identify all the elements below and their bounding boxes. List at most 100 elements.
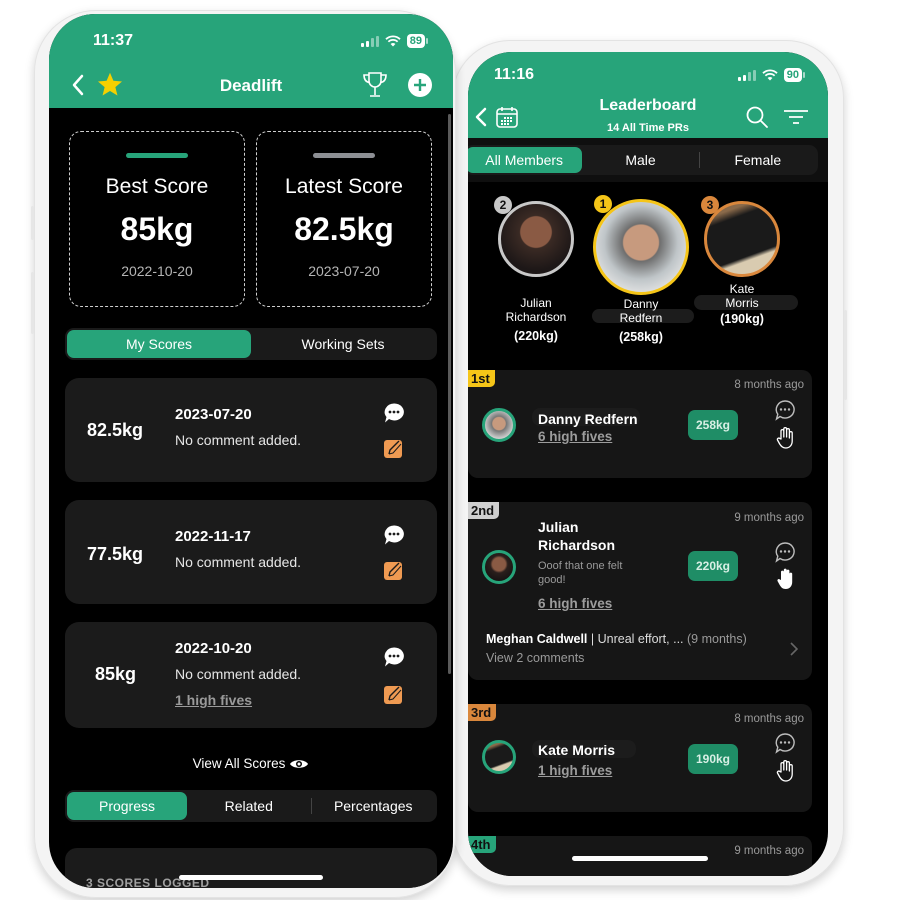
edit-button[interactable] <box>384 440 402 458</box>
best-score-value: 85kg <box>120 211 194 247</box>
latest-score-card: Latest Score 82.5kg 2023-07-20 <box>256 131 432 307</box>
avatar-julian-richardson[interactable] <box>498 201 574 277</box>
rank-label: 3rd <box>468 704 497 721</box>
score-weight: 85kg <box>95 664 137 684</box>
rank-label: 1st <box>468 370 495 387</box>
home-indicator[interactable] <box>179 875 323 880</box>
avatar[interactable] <box>482 550 516 584</box>
trophy-icon <box>363 72 387 97</box>
high-five-button[interactable] <box>776 759 794 788</box>
edit-button[interactable] <box>384 686 402 704</box>
high-fives-link[interactable]: 1 high fives <box>175 692 252 708</box>
score-entry[interactable]: 77.5kg 2022-11-17 No comment added. <box>65 500 437 604</box>
rank-badge-2: 2 <box>494 196 512 214</box>
comment-button[interactable] <box>774 541 796 568</box>
latest-comment[interactable]: Meghan Caldwell | Unreal effort, ... (9 … <box>486 632 747 646</box>
time-ago: 8 months ago <box>734 379 804 391</box>
score-entry[interactable]: 82.5kg 2023-07-20 No comment added. <box>65 378 437 482</box>
comment-button[interactable] <box>774 399 796 426</box>
high-fives-link[interactable]: 6 high fives <box>538 429 612 444</box>
deadlift-phone: 11:37 89 Deadlift Best Score 85kg 2022-1… <box>31 10 456 898</box>
add-score-button[interactable] <box>407 72 433 98</box>
edit-icon <box>388 562 402 577</box>
comment-button[interactable] <box>774 732 796 759</box>
chat-bubble-filled-icon <box>384 403 404 423</box>
hand-icon <box>776 760 793 782</box>
score-comment: No comment added. <box>175 432 302 448</box>
score-date: 2022-10-20 <box>175 640 252 657</box>
comment-button[interactable] <box>383 402 405 429</box>
home-indicator[interactable] <box>572 856 708 861</box>
podium-name-1: Danny Redfern <box>619 297 663 325</box>
status-time: 11:37 <box>93 32 134 49</box>
chat-bubble-filled-icon <box>384 525 404 545</box>
deadlift-screen: 11:37 89 Deadlift Best Score 85kg 2022-1… <box>49 14 453 888</box>
tab-my-scores[interactable]: My Scores <box>67 330 251 358</box>
athlete-name[interactable]: Julian Richardson <box>538 518 615 554</box>
comment-button[interactable] <box>383 646 405 673</box>
high-fives-link[interactable]: 1 high fives <box>538 763 612 778</box>
hand-icon <box>776 427 793 449</box>
scores-logged-card: 3 SCORES LOGGED <box>65 848 437 888</box>
edit-icon <box>388 686 402 701</box>
tab-male[interactable]: Male <box>582 147 698 173</box>
chat-bubble-icon <box>775 733 795 754</box>
exercise-header: 11:37 89 Deadlift <box>49 14 453 108</box>
search-button[interactable] <box>744 104 770 130</box>
view-all-scores-link[interactable]: View All Scores <box>49 756 453 771</box>
rank-label: 2nd <box>468 502 500 519</box>
high-five-button[interactable] <box>776 426 794 455</box>
avatar[interactable] <box>482 740 516 774</box>
best-score-indicator <box>126 153 188 158</box>
time-ago: 9 months ago <box>734 845 804 857</box>
edit-button[interactable] <box>384 562 402 580</box>
weight-badge: 258kg <box>688 410 738 440</box>
best-score-card: Best Score 85kg 2022-10-20 <box>69 131 245 307</box>
page-subtitle: 14 All Time PRs <box>607 122 689 134</box>
hand-filled-icon <box>777 568 793 589</box>
leaderboard-entry[interactable]: 2nd 9 months ago Julian Richardson Ooof t… <box>468 502 812 680</box>
avatar-danny-redfern[interactable] <box>593 199 689 295</box>
best-score-label: Best Score <box>105 175 209 198</box>
time-ago: 8 months ago <box>734 713 804 725</box>
wifi-icon <box>762 69 778 81</box>
avatar[interactable] <box>482 408 516 442</box>
status-time: 11:16 <box>494 66 535 83</box>
athlete-name[interactable]: Danny Redfern <box>538 410 638 428</box>
status-icons: 90 <box>737 68 806 82</box>
best-score-date: 2022-10-20 <box>121 263 193 279</box>
high-fives-link[interactable]: 6 high fives <box>538 596 612 611</box>
chevron-right-icon[interactable] <box>790 642 799 661</box>
view-comments-link[interactable]: View 2 comments <box>486 651 584 665</box>
side-button <box>31 272 34 334</box>
score-comment: No comment added. <box>175 666 302 682</box>
view-all-scores-label: View All Scores <box>192 756 286 771</box>
podium-weight-2: (220kg) <box>514 329 558 343</box>
leaderboard-entry[interactable]: 1st 8 months ago Danny Redfern 6 high fi… <box>468 370 812 478</box>
high-five-button[interactable] <box>776 567 794 596</box>
score-entry[interactable]: 85kg 2022-10-20 No comment added. 1 high… <box>65 622 437 728</box>
trophy-button[interactable] <box>361 70 389 100</box>
search-icon <box>746 106 768 128</box>
tab-percentages[interactable]: Percentages <box>312 792 436 820</box>
weight-badge: 220kg <box>688 551 738 581</box>
comment-button[interactable] <box>383 524 405 551</box>
leaderboard-entry[interactable]: 3rd 8 months ago Kate Morris 1 high five… <box>468 704 812 812</box>
avatar-kate-morris[interactable] <box>704 201 780 277</box>
tab-working-sets[interactable]: Working Sets <box>251 330 435 358</box>
score-comment: No comment added. <box>175 554 302 570</box>
tab-all-members[interactable]: All Members <box>468 147 583 173</box>
tab-female[interactable]: Female <box>700 147 816 173</box>
leaderboard-screen: 11:16 90 Leaderboard 14 All Time PRs All… <box>468 52 828 876</box>
tab-related[interactable]: Related <box>187 792 311 820</box>
tab-progress[interactable]: Progress <box>67 792 187 820</box>
wifi-icon <box>385 35 401 47</box>
page-title: Deadlift <box>219 76 283 95</box>
filter-button[interactable] <box>782 106 810 128</box>
athlete-name[interactable]: Kate Morris <box>538 741 615 759</box>
signal-icon <box>737 69 756 81</box>
member-filter-tabs: All Members Male Female <box>468 145 818 175</box>
score-weight: 82.5kg <box>87 420 144 440</box>
time-ago: 9 months ago <box>734 512 804 524</box>
scrollbar[interactable] <box>448 114 451 674</box>
